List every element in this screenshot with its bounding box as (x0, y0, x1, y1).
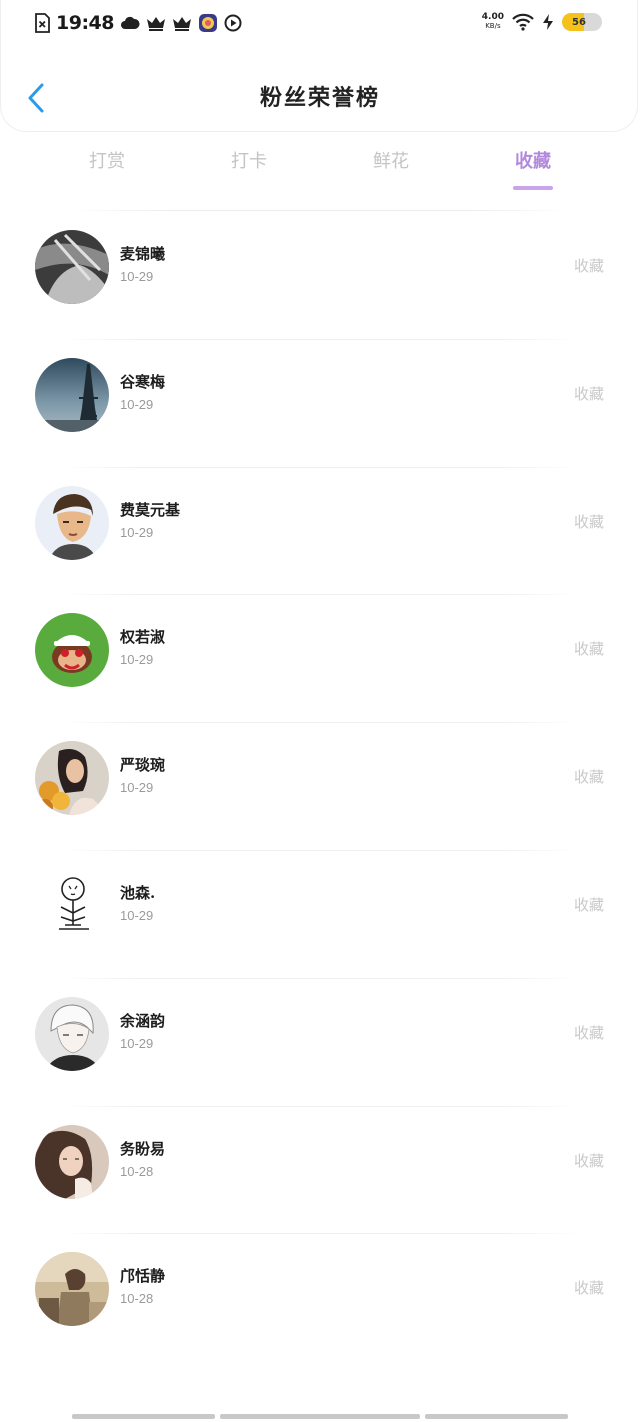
avatar (35, 485, 109, 560)
status-bar-left: 19:48 (34, 12, 242, 34)
net-speed-unit: KB/s (485, 22, 501, 30)
active-tab-indicator (513, 186, 553, 190)
tab-favorites[interactable]: 收藏 (483, 146, 583, 178)
user-name: 严琰琬 (120, 756, 166, 775)
user-date: 10-28 (120, 1291, 154, 1307)
user-date: 10-29 (120, 907, 154, 923)
charging-icon (542, 13, 554, 31)
action-label: 收藏 (573, 1023, 604, 1042)
avatar (35, 1252, 109, 1327)
cloud-icon (120, 15, 140, 31)
nav-gesture-bar[interactable] (220, 1414, 420, 1419)
avatar (35, 357, 109, 432)
tab-checkin[interactable]: 打卡 (199, 146, 299, 178)
avatar (35, 868, 109, 943)
user-name: 邝恬静 (120, 1267, 166, 1286)
status-bar-right: 4.00 KB/s 56 (482, 13, 602, 31)
tab-bar: 打赏 打卡 鲜花 收藏 (0, 146, 640, 196)
action-label: 收藏 (573, 512, 604, 531)
clock: 19:48 (56, 12, 114, 34)
nav-gesture-bar[interactable] (72, 1414, 215, 1419)
avatar (35, 613, 109, 688)
crown-icon (172, 15, 192, 31)
user-name: 麦锦曦 (120, 245, 166, 263)
page-title: 粉丝荣誉榜 (259, 85, 380, 111)
wifi-icon (512, 13, 534, 31)
action-label: 收藏 (573, 640, 604, 659)
user-name: 余涵韵 (120, 1011, 166, 1030)
user-date: 10-29 (120, 524, 154, 540)
list-item[interactable]: 余涵韵 10-29 收藏 (0, 979, 640, 1107)
battery-indicator: 56 (562, 13, 602, 31)
avatar (35, 741, 109, 816)
status-bar: 19:48 4.00 KB/s 56 (0, 0, 640, 50)
user-name: 池森. (120, 883, 156, 902)
action-label: 收藏 (573, 895, 604, 914)
list-item[interactable]: 务盼易 10-28 收藏 (0, 1107, 640, 1235)
action-label: 收藏 (573, 1151, 604, 1170)
user-date: 10-29 (120, 269, 154, 284)
crown-icon (146, 15, 166, 31)
user-name: 务盼易 (120, 1139, 166, 1158)
list-item[interactable]: 权若淑 10-29 收藏 (0, 595, 640, 724)
net-speed-value: 4.00 (481, 12, 504, 22)
battery-level: 56 (572, 16, 586, 28)
action-label: 收藏 (573, 768, 604, 787)
user-date: 10-29 (120, 780, 154, 796)
avatar (35, 1124, 109, 1199)
tab-reward[interactable]: 打赏 (57, 146, 157, 178)
fan-list: 麦锦曦 10-29 收藏 谷寒梅 10-29 收藏 费莫元基 10-29 收藏 … (0, 212, 640, 1362)
action-label: 收藏 (573, 1279, 604, 1298)
list-item[interactable]: 谷寒梅 10-29 收藏 (0, 340, 640, 468)
list-item[interactable]: 麦锦曦 10-29 收藏 (0, 212, 640, 340)
user-date: 10-29 (120, 652, 154, 668)
user-date: 10-28 (120, 1163, 154, 1179)
list-item[interactable]: 费莫元基 10-29 收藏 (0, 468, 640, 596)
list-item[interactable]: 邝恬静 10-28 收藏 (0, 1234, 640, 1362)
user-name: 费莫元基 (120, 500, 181, 519)
net-speed: 4.00 KB/s (482, 13, 504, 31)
tabs-divider (70, 210, 570, 211)
avatar (35, 996, 109, 1071)
user-date: 10-29 (120, 1035, 154, 1051)
user-name: 谷寒梅 (120, 372, 166, 391)
list-item[interactable]: 池森. 10-29 收藏 (0, 851, 640, 979)
action-label: 收藏 (573, 384, 604, 403)
avatar (35, 230, 109, 304)
app-badge-icon (198, 13, 218, 33)
tab-flowers[interactable]: 鲜花 (341, 146, 441, 178)
nav-gesture-bar[interactable] (425, 1414, 568, 1419)
user-date: 10-29 (120, 396, 154, 412)
play-icon (224, 14, 242, 32)
fan-honor-page: 19:48 4.00 KB/s 56 粉丝荣誉榜 打赏 打卡 鲜花 收藏 麦锦曦… (0, 0, 640, 1422)
action-label: 收藏 (573, 257, 604, 275)
list-item[interactable]: 严琰琬 10-29 收藏 (0, 723, 640, 851)
sim-error-icon (34, 13, 50, 33)
user-name: 权若淑 (120, 628, 166, 647)
